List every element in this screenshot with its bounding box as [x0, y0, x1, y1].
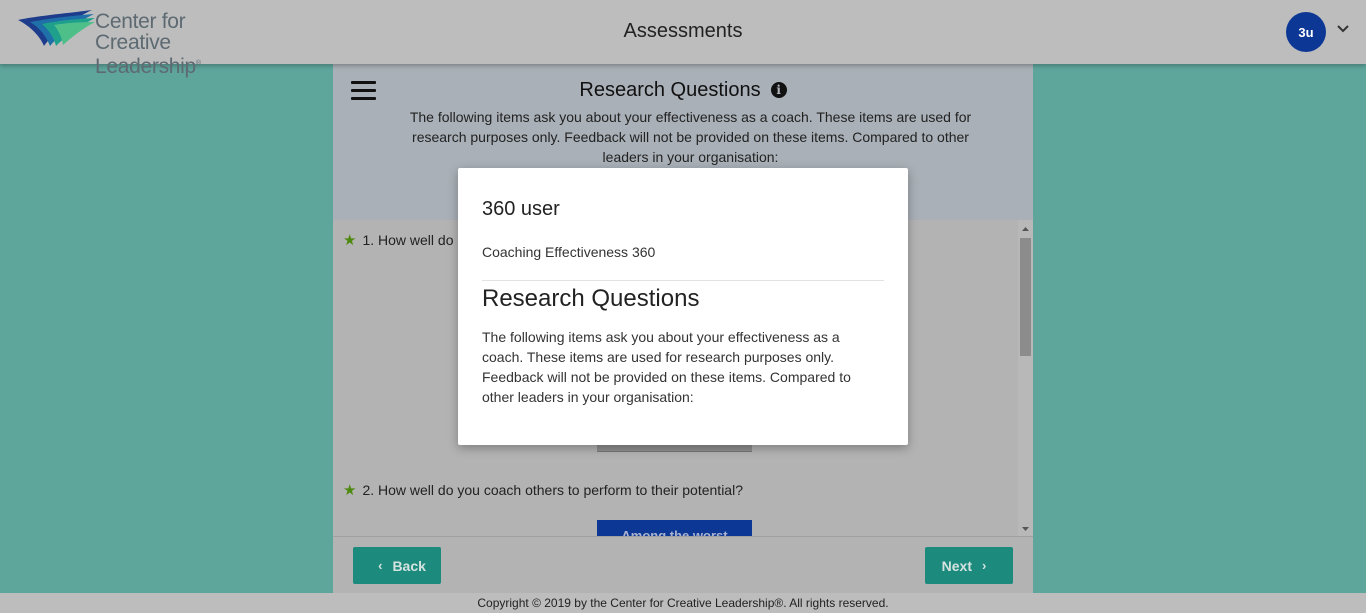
back-button[interactable]: ‹ Back — [353, 547, 441, 584]
next-button[interactable]: Next › — [925, 547, 1013, 584]
scrollbar[interactable] — [1018, 220, 1033, 536]
navigation-bar: ‹ Back Next › — [333, 536, 1033, 593]
scrollbar-thumb[interactable] — [1020, 238, 1031, 356]
answer-button[interactable] — [597, 444, 752, 452]
question-item: ★ 2. How well do you coach others to perf… — [343, 481, 743, 499]
scroll-down-icon[interactable] — [1018, 522, 1033, 536]
user-avatar[interactable]: 3u — [1286, 12, 1326, 52]
answer-button[interactable]: Among the worst — [597, 520, 752, 536]
modal-description: The following items ask you about your e… — [482, 329, 851, 405]
question-text: 1. How well do — [362, 232, 454, 248]
question-text: 2. How well do you coach others to perfo… — [362, 482, 743, 498]
scroll-up-icon[interactable] — [1018, 222, 1033, 236]
chevron-right-icon: › — [982, 558, 987, 573]
app-title: Assessments — [623, 20, 743, 42]
modal-user-name: 360 user — [482, 198, 560, 220]
star-icon: ★ — [343, 232, 357, 249]
info-modal[interactable]: 360 user Coaching Effectiveness 360 Rese… — [458, 168, 908, 445]
modal-title: Research Questions — [482, 285, 700, 312]
chevron-down-icon[interactable] — [1336, 22, 1350, 36]
section-title: Research Questions i — [333, 79, 1033, 102]
copyright-footer: Copyright © 2019 by the Center for Creat… — [0, 593, 1366, 613]
star-icon: ★ — [343, 482, 357, 499]
modal-divider — [482, 280, 884, 281]
app-header: Center for Creative Leadership® Assessme… — [0, 0, 1366, 77]
modal-assessment-name: Coaching Effectiveness 360 — [482, 244, 656, 260]
section-description: The following items ask you about your e… — [409, 109, 972, 165]
question-item: ★ 1. How well do — [343, 231, 454, 249]
info-icon[interactable]: i — [770, 82, 787, 98]
chevron-left-icon: ‹ — [378, 558, 383, 573]
